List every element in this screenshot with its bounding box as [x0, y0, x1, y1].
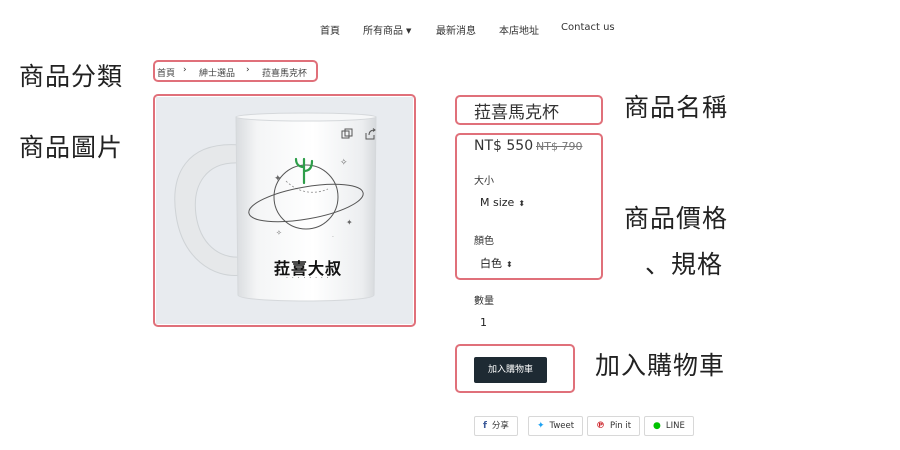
annotation-box-cart [455, 344, 575, 393]
annotation-price: 商品價格 [624, 204, 729, 233]
facebook-icon: f [483, 421, 487, 431]
twitter-icon: ✦ [537, 421, 545, 431]
share-pinterest-button[interactable]: ℗ Pin it [587, 416, 641, 436]
annotation-name: 商品名稱 [624, 93, 729, 122]
caret-down-icon: ▼ [406, 27, 412, 35]
annotation-box-price [455, 133, 603, 280]
annotation-category: 商品分類 [19, 62, 124, 91]
share-facebook-button[interactable]: f 分享 [474, 416, 518, 436]
share-pinterest-label: Pin it [610, 421, 632, 431]
nav-item-label: 所有商品 [363, 26, 403, 37]
annotation-spec: 、規格 [645, 250, 724, 279]
pinterest-icon: ℗ [596, 421, 605, 431]
nav-item-store-address[interactable]: 本店地址 [499, 22, 539, 37]
nav-item-all-products[interactable]: 所有商品 ▼ [363, 22, 411, 37]
annotation-image: 商品圖片 [19, 133, 124, 162]
share-twitter-button[interactable]: ✦ Tweet [528, 416, 584, 436]
nav-item-news[interactable]: 最新消息 [436, 22, 476, 37]
share-line-button[interactable]: ● LINE [644, 416, 694, 436]
nav-item-home[interactable]: 首頁 [320, 22, 340, 37]
annotation-cart: 加入購物車 [595, 351, 726, 380]
quantity-label: 數量 [474, 296, 494, 307]
quantity-input[interactable]: 1 [474, 312, 514, 334]
annotation-box-category [153, 60, 318, 82]
annotation-box-name [455, 95, 603, 125]
share-twitter-label: Tweet [549, 421, 575, 431]
nav-item-contact[interactable]: Contact us [561, 22, 615, 33]
annotation-box-image [153, 94, 416, 327]
top-nav: 首頁 所有商品 ▼ 最新消息 本店地址 Contact us [0, 22, 900, 40]
share-facebook-label: 分享 [491, 421, 509, 431]
line-icon: ● [653, 421, 661, 431]
share-line-label: LINE [665, 421, 685, 431]
